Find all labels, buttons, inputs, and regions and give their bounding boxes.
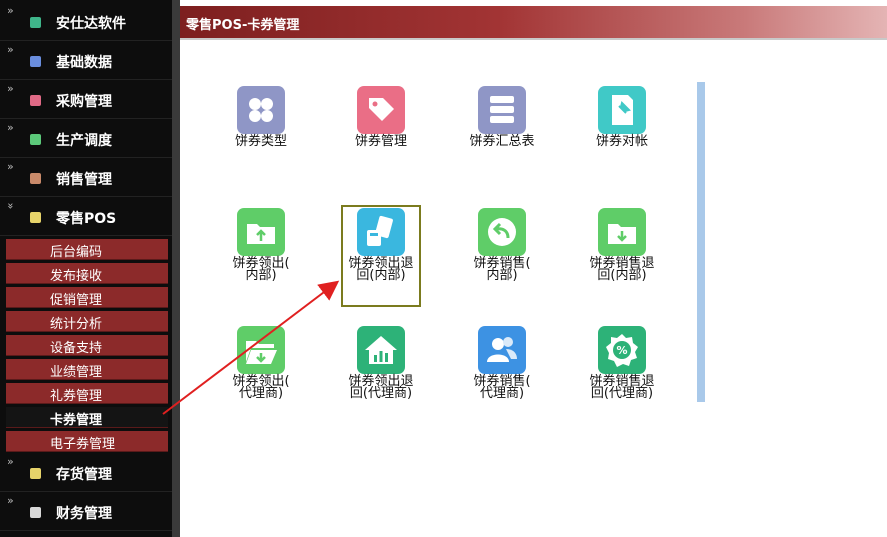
sidebar-category[interactable]: » 基础数据 [0,42,172,80]
chevron-right-icon: » [7,455,14,468]
svg-text:%: % [616,344,627,357]
sidebar-category[interactable]: » 财务管理 [0,493,172,531]
sidebar-subitem[interactable]: 电子券管理 [6,431,168,452]
sidebar-subitem[interactable]: 业绩管理 [6,359,168,380]
module-tile[interactable]: 饼券对帐 [567,86,677,166]
tile-label: 饼券汇总表 [469,134,535,149]
sidebar-subitem-label: 后台编码 [50,245,103,260]
sidebar-subitem-label: 促销管理 [50,293,103,308]
selected-tile-highlight [341,205,421,307]
sidebar-subitem[interactable]: 卡券管理 [6,407,168,428]
chevron-right-icon: » [7,121,14,134]
sidebar-subitem[interactable]: 礼券管理 [6,383,168,404]
sidebar-category-label: 存货管理 [56,467,112,483]
sidebar-subitem-label: 礼券管理 [50,389,103,404]
sidebar-subitem[interactable]: 发布接收 [6,263,168,284]
sidebar-subitem[interactable]: 后台编码 [6,239,168,260]
tile-label: 饼券销售( 代理商) [473,374,531,401]
category-icon [30,173,41,184]
sidebar-subitem-label: 统计分析 [50,317,103,332]
users-icon [478,326,526,374]
tile-label: 饼券管理 [354,134,407,149]
category-icon [30,468,41,479]
sidebar-category-label: 生产调度 [56,133,112,149]
sidebar-subitem-label: 业绩管理 [50,365,103,380]
chevron-right-icon: » [7,160,14,173]
house-chart-icon [357,326,405,374]
sidebar-category-label: 财务管理 [56,506,112,522]
page-header: 零售POS-卡券管理 [180,6,887,38]
sidebar-subitem[interactable]: 设备支持 [6,335,168,356]
pin-document-icon [598,86,646,134]
tile-label: 饼券对帐 [595,134,648,149]
sidebar-splitter[interactable] [172,0,180,537]
sidebar-subitem[interactable]: 促销管理 [6,287,168,308]
scrollbar[interactable] [697,82,705,402]
chevron-right-icon: » [7,4,14,17]
sidebar-category-label: 采购管理 [56,94,112,110]
header-divider [180,38,887,40]
sidebar-category-label: 零售POS [56,211,117,227]
chevron-right-icon: » [7,43,14,56]
tile-label: 饼券销售退 回(内部) [589,256,655,283]
grid-icon [237,86,285,134]
discount-badge-icon: % [598,326,646,374]
sidebar-category[interactable]: » 生产调度 [0,120,172,158]
module-tile[interactable]: % 饼券销售退 回(代理商) [567,326,677,406]
sidebar-category[interactable]: » 销售管理 [0,159,172,197]
sidebar-category[interactable]: » 采购管理 [0,81,172,119]
database-icon [478,86,526,134]
open-folder-icon [237,326,285,374]
sidebar-category[interactable]: « 零售POS [0,198,172,236]
category-icon [30,507,41,518]
module-tile[interactable]: 饼券管理 [326,86,436,166]
tile-label: 饼券类型 [234,134,287,149]
page-title: 零售POS-卡券管理 [186,18,300,33]
module-tile[interactable]: 饼券类型 [206,86,316,166]
tag-icon [357,86,405,134]
module-tile[interactable]: 饼券汇总表 [447,86,557,166]
module-tile[interactable]: 饼券领出( 代理商) [206,326,316,406]
sidebar-category-label: 安仕达软件 [56,16,126,32]
sidebar-subitem-label: 电子券管理 [50,437,116,452]
tile-label: 饼券销售( 内部) [473,256,531,283]
sidebar-subitem-label: 设备支持 [50,341,103,356]
tile-label: 饼券领出( 内部) [232,256,290,283]
folder-up-icon [237,208,285,256]
chevron-right-icon: » [7,494,14,507]
sidebar-category[interactable]: » 安仕达软件 [0,3,172,41]
module-tile[interactable]: 饼券销售( 内部) [447,208,557,288]
category-icon [30,56,41,67]
module-tile[interactable]: 饼券销售( 代理商) [447,326,557,406]
sidebar-category-label: 销售管理 [56,172,112,188]
folder-down-icon [598,208,646,256]
module-tile[interactable]: 饼券领出退 回(代理商) [326,326,436,406]
return-arrow-icon [478,208,526,256]
tile-label: 饼券领出退 回(代理商) [348,374,414,401]
sidebar: » 安仕达软件 » 基础数据 » 采购管理 » 生产调度 » 销售管理 « 零售POS » 存货管理 » 财务… [0,0,172,537]
sidebar-subitem-label: 卡券管理 [50,413,103,428]
tile-label: 饼券销售退 回(代理商) [589,374,655,401]
category-icon [30,95,41,106]
module-tile[interactable]: 饼券领出( 内部) [206,208,316,288]
chevron-down-icon: « [3,202,17,210]
sidebar-category[interactable]: » 存货管理 [0,454,172,492]
chevron-right-icon: » [7,82,14,95]
tile-label: 饼券领出( 代理商) [232,374,290,401]
sidebar-subitem-label: 发布接收 [50,269,103,284]
category-icon [30,212,41,223]
module-tile[interactable]: 饼券销售退 回(内部) [567,208,677,288]
category-icon [30,134,41,145]
sidebar-subitem[interactable]: 统计分析 [6,311,168,332]
sidebar-category-label: 基础数据 [56,55,112,71]
category-icon [30,17,41,28]
